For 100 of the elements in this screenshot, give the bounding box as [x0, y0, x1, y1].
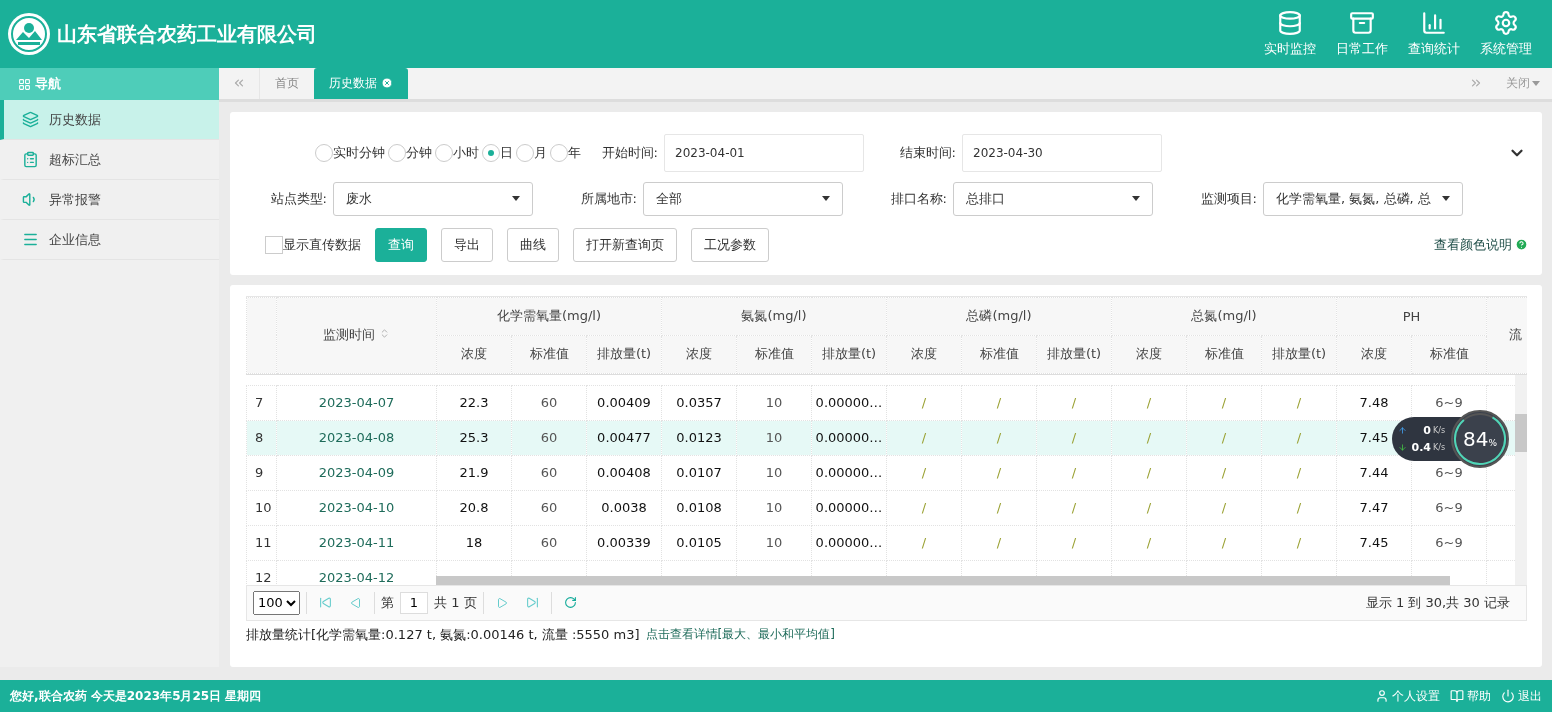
help-icon — [1515, 238, 1528, 252]
book-icon — [1450, 689, 1464, 703]
column-header: 排放量(t) — [1036, 335, 1112, 374]
database-icon — [1277, 10, 1303, 36]
table-cell: 10 — [736, 455, 812, 491]
drawer-icon — [1349, 10, 1375, 36]
column-group-header: 总磷(mg/l) — [886, 297, 1112, 336]
row-number: 11 — [246, 525, 277, 561]
column-header: 标准值 — [961, 335, 1037, 374]
column-header: 排放量(t) — [586, 335, 662, 374]
table-cell: 60 — [511, 420, 587, 456]
table-cell: 6~9 — [1411, 490, 1487, 526]
action-button[interactable]: 曲线 — [507, 227, 559, 262]
table-cell: 7.45 — [1336, 525, 1412, 561]
color-legend-link[interactable]: 查看颜色说明 — [1434, 235, 1528, 254]
column-header: 流 — [1486, 297, 1527, 374]
next-icon — [495, 596, 508, 609]
column-header: 排放量(t) — [1261, 335, 1337, 374]
table-cell: / — [961, 525, 1037, 561]
page-label: 共 1 页 — [434, 593, 477, 612]
summary-text: 排放量统计[化学需氧量:0.127 t, 氨氮:0.00146 t, 流量 :5550 m3] — [246, 625, 640, 644]
table-cell: / — [886, 420, 962, 456]
table-cell: / — [1186, 385, 1262, 421]
table-cell: / — [1186, 420, 1262, 456]
table-cell: 10 — [736, 420, 812, 456]
table-cell: / — [1111, 385, 1187, 421]
action-button[interactable]: 导出 — [441, 227, 493, 262]
field-label: 所属地市: — [579, 189, 638, 208]
table-cell: 18 — [436, 525, 512, 561]
table-cell: / — [1186, 525, 1262, 561]
table-cell: 2023-04-08 — [276, 420, 437, 456]
start-time-field[interactable]: 2023-04-01 — [664, 133, 864, 172]
table-cell: 7.47 — [1336, 490, 1412, 526]
table-cell: 0.00000… — [811, 525, 887, 561]
table-cell: 0.00339 — [586, 525, 662, 561]
column-header: 浓度 — [661, 335, 737, 374]
select-field[interactable]: 化学需氧量, 氨氮, 总磷, 总 — [1263, 181, 1463, 216]
column-header: 浓度 — [886, 335, 962, 374]
sidebar-item[interactable]: 历史数据 — [0, 100, 219, 140]
column-header: 标准值 — [736, 335, 812, 374]
interval-radio[interactable]: 分钟 — [388, 143, 432, 162]
download-arrow-icon — [1398, 442, 1407, 452]
table-cell: / — [886, 490, 962, 526]
table-cell: / — [1036, 455, 1112, 491]
table-cell: / — [1186, 490, 1262, 526]
page-field[interactable]: 1 — [400, 591, 428, 614]
column-header: 浓度 — [1336, 335, 1412, 374]
column-header: 浓度 — [1111, 335, 1187, 374]
table-cell: 60 — [511, 490, 587, 526]
column-group-header: PH — [1336, 297, 1487, 336]
table-cell: 0.0108 — [661, 490, 737, 526]
table-cell: 10 — [736, 490, 812, 526]
column-header: 标准值 — [511, 335, 587, 374]
select-field[interactable]: 废水 — [333, 181, 533, 216]
column-header: 排放量(t) — [811, 335, 887, 374]
settings-icon — [1493, 10, 1519, 36]
interval-radio[interactable]: 小时 — [435, 143, 479, 162]
table-cell: 2023-04-10 — [276, 490, 437, 526]
table-cell: 2023-04-07 — [276, 385, 437, 421]
table-cell: / — [1261, 385, 1337, 421]
interval-radio[interactable]: 实时分钟 — [315, 143, 385, 162]
table-cell: / — [886, 525, 962, 561]
select-field[interactable]: 总排口 — [953, 181, 1153, 216]
field-label: 结束时间: — [898, 143, 957, 162]
row-number: 10 — [246, 490, 277, 526]
field-label: 开始时间: — [600, 143, 659, 162]
table-cell: 60 — [511, 455, 587, 491]
select-field[interactable]: 全部 — [643, 181, 843, 216]
end-time-field[interactable]: 2023-04-30 — [962, 133, 1162, 172]
close-icon[interactable] — [381, 77, 393, 90]
scrollbar[interactable] — [436, 575, 1450, 585]
table-cell: 10 — [736, 385, 812, 421]
action-button[interactable]: 工况参数 — [691, 227, 769, 262]
sidebar-title: 导航 — [35, 75, 61, 93]
table-cell: 0.0123 — [661, 420, 737, 456]
upload-arrow-icon — [1398, 425, 1407, 435]
table-cell: 0.00408 — [586, 455, 662, 491]
action-button[interactable]: 打开新查询页 — [573, 227, 677, 262]
clipboard-icon — [22, 151, 39, 168]
scrollbar[interactable] — [1515, 413, 1527, 452]
table-cell: / — [961, 490, 1037, 526]
table-cell: 0.00000… — [811, 455, 887, 491]
checkbox[interactable] — [265, 235, 283, 254]
column-group-header: 氨氮(mg/l) — [661, 297, 887, 336]
table-cell: / — [1261, 420, 1337, 456]
details-link[interactable]: 点击查看详情[最大、最小和平均值] — [645, 625, 835, 644]
page-size-select[interactable]: 100 — [253, 590, 300, 615]
checkbox-label: 显示直传数据 — [283, 235, 361, 254]
table-cell: / — [1036, 385, 1112, 421]
grid-icon — [18, 77, 31, 91]
chart-icon — [1421, 10, 1447, 36]
page-label: 第 — [381, 593, 394, 612]
column-header[interactable]: 监测时间 — [276, 297, 437, 374]
table-cell: 60 — [511, 525, 587, 561]
table-cell: / — [1111, 490, 1187, 526]
table-cell: / — [961, 455, 1037, 491]
table-cell: 2023-04-11 — [276, 525, 437, 561]
table-cell: 60 — [511, 385, 587, 421]
greeting-text: 您好,联合农药 今天是2023年5月25日 星期四 — [10, 687, 263, 705]
power-icon — [1501, 689, 1515, 703]
